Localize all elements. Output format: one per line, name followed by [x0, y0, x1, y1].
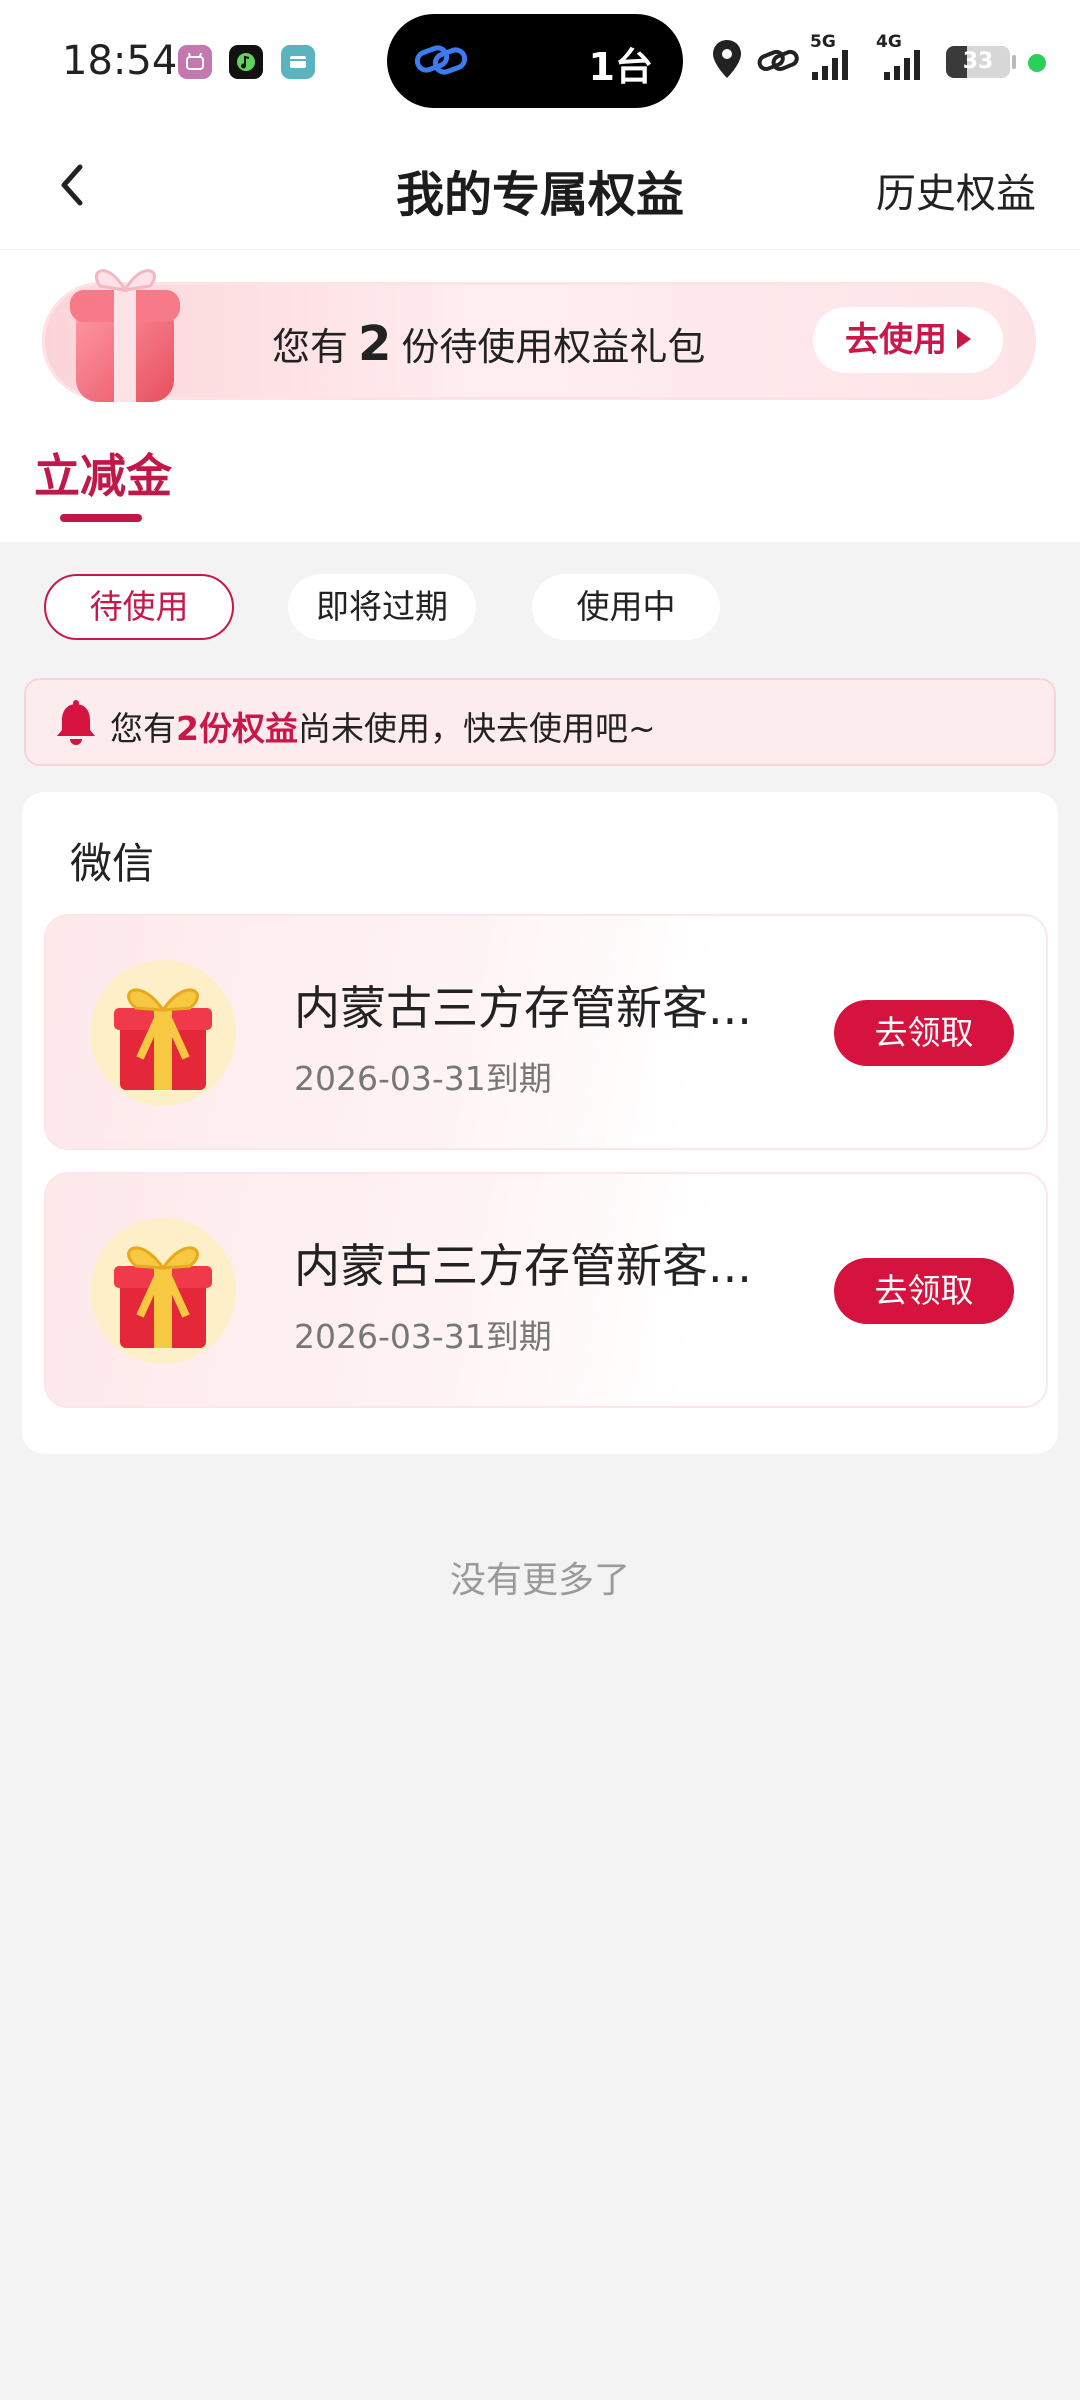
nav-bar: 我的专属权益 历史权益 [0, 125, 1080, 250]
notice-highlight: 2份权益 [176, 709, 298, 748]
wechat-benefits-card: 微信 内蒙古三方存管新客... 2026-03-31到期 去领取 内蒙古三方存管… [22, 792, 1058, 1454]
notice-before: 您有 [110, 709, 176, 748]
gift-box-icon [70, 269, 180, 402]
unused-notice: 您有2份权益尚未使用，快去使用吧~ [24, 678, 1056, 766]
battery-level: 33 [962, 49, 994, 74]
use-now-label: 去使用 [845, 320, 947, 360]
gift-icon [90, 960, 236, 1106]
no-more-text: 没有更多了 [449, 1560, 630, 1601]
benefit-name: 内蒙古三方存管新客... [294, 981, 752, 1035]
app-music-icon [229, 45, 263, 79]
benefit-expiry: 2026-03-31到期 [294, 1059, 552, 1098]
signal-icon [884, 50, 920, 80]
banner-count: 2 [358, 316, 392, 372]
list-item[interactable]: 内蒙古三方存管新客... 2026-03-31到期 去领取 [46, 1174, 1046, 1406]
battery-icon: 33 [946, 46, 1010, 78]
tab-instant-discount[interactable]: 立减金 [34, 440, 172, 506]
section-title: 微信 [70, 839, 155, 888]
app-cat-icon [178, 45, 212, 79]
claim-button[interactable]: 去领取 [834, 1000, 1014, 1066]
tab-indicator [60, 514, 142, 522]
claim-button[interactable]: 去领取 [834, 1258, 1014, 1324]
location-icon [713, 40, 741, 78]
play-arrow-icon [957, 329, 971, 349]
banner-text: 您有 2 份待使用权益礼包 [272, 316, 705, 372]
status-bar: 18:54 1台 5G 4G 33 [0, 0, 1080, 125]
notice-after: 尚未使用，快去使用吧~ [297, 709, 656, 748]
signal-4g-label: 4G [876, 32, 902, 52]
banner-text-before: 您有 [272, 325, 349, 369]
use-now-button[interactable]: 去使用 [813, 307, 1003, 373]
benefit-expiry: 2026-03-31到期 [294, 1317, 552, 1356]
filter-in-use[interactable]: 使用中 [532, 574, 720, 640]
gift-icon [90, 1218, 236, 1364]
status-time: 18:54 [62, 38, 178, 84]
link-icon [757, 49, 799, 72]
banner-text-after: 份待使用权益礼包 [401, 325, 706, 369]
history-benefits-link[interactable]: 历史权益 [876, 161, 1036, 219]
island-text: 1台 [588, 45, 653, 89]
battery-tip [1012, 55, 1016, 69]
filter-pending[interactable]: 待使用 [44, 574, 234, 640]
bell-icon [57, 700, 95, 745]
app-card-icon [281, 45, 315, 79]
filter-expiring[interactable]: 即将过期 [288, 574, 476, 640]
signal-icon [812, 50, 848, 80]
list-item[interactable]: 内蒙古三方存管新客... 2026-03-31到期 去领取 [46, 916, 1046, 1148]
link-icon [414, 45, 468, 75]
benefit-name: 内蒙古三方存管新客... [294, 1239, 752, 1293]
privacy-indicator [1028, 54, 1046, 72]
dynamic-island[interactable]: 1台 [387, 14, 683, 108]
signal-5g-label: 5G [810, 32, 836, 52]
